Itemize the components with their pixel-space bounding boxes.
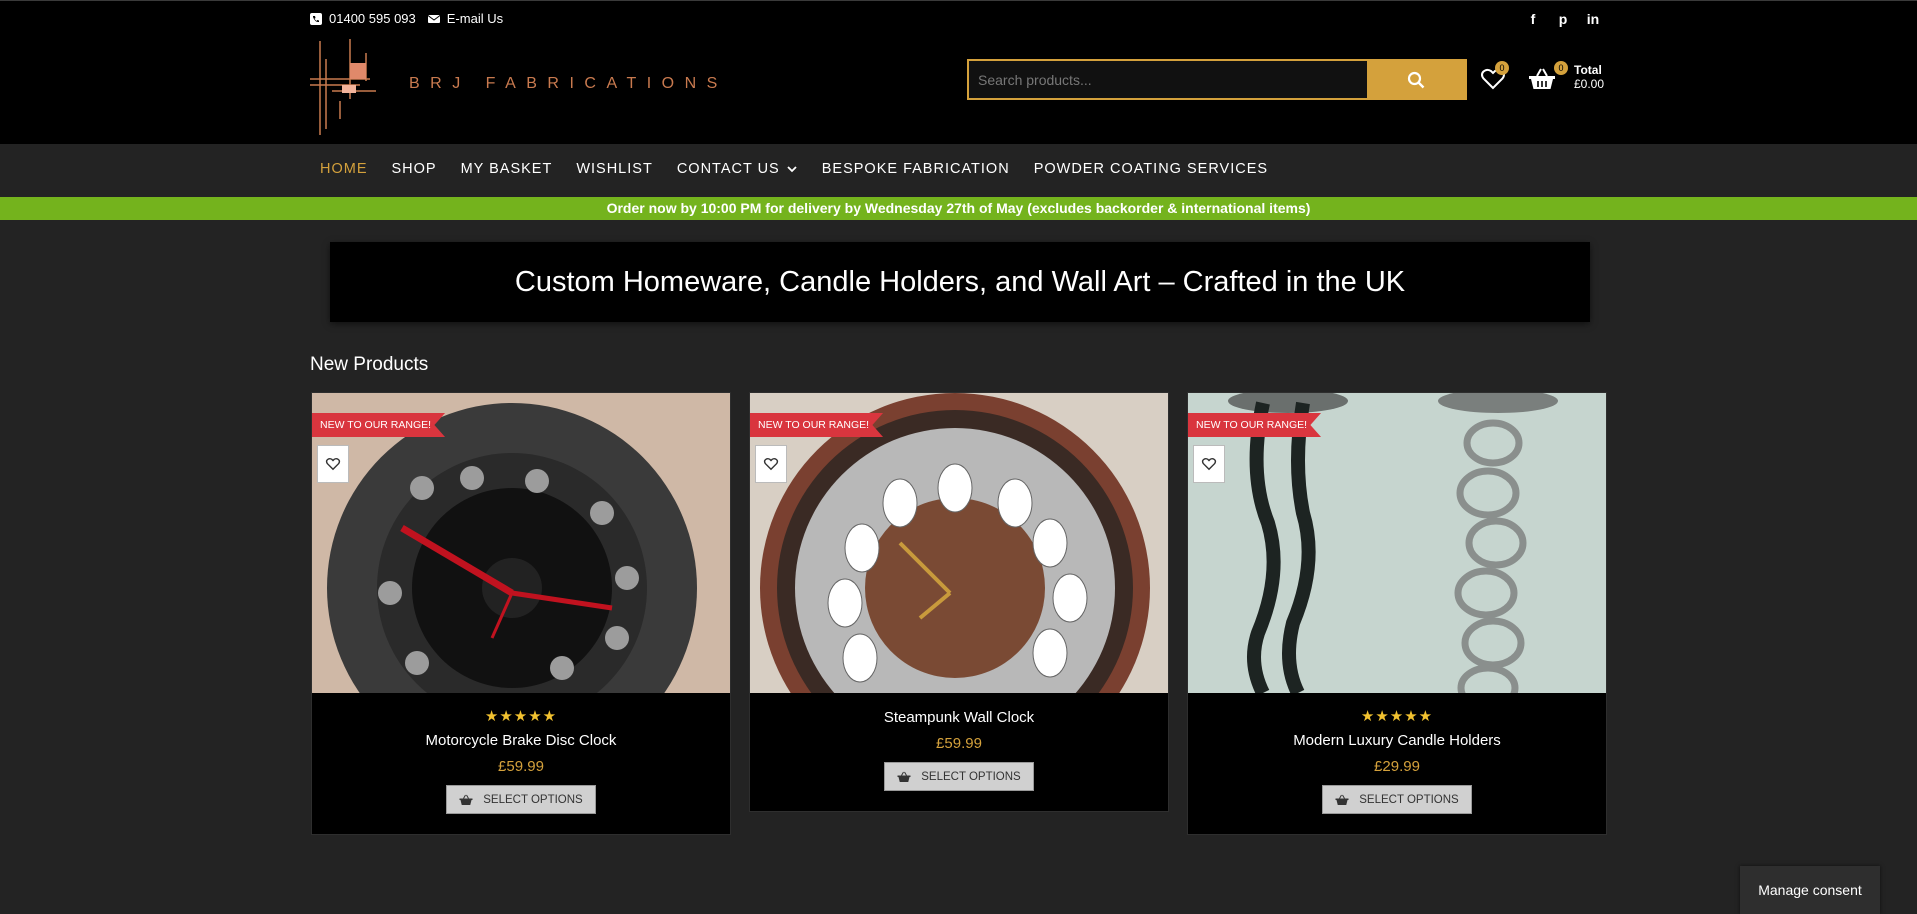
add-to-wishlist-button[interactable] [1193, 445, 1225, 483]
new-ribbon: NEW TO OUR RANGE! [750, 413, 884, 437]
product-name[interactable]: Motorcycle Brake Disc Clock [312, 732, 730, 749]
product-name[interactable]: Modern Luxury Candle Holders [1188, 732, 1606, 749]
main-nav: HOME SHOP MY BASKET WISHLIST CONTACT US … [0, 144, 1917, 197]
logo-text: BRJ FABRICATIONS [409, 75, 728, 92]
product-name[interactable]: Steampunk Wall Clock [750, 709, 1168, 726]
search-form [967, 59, 1467, 100]
basket-icon [1335, 794, 1349, 805]
nav-item-powder-coating[interactable]: POWDER COATING SERVICES [1034, 161, 1268, 177]
select-options-button[interactable]: SELECT OPTIONS [1322, 785, 1472, 814]
new-ribbon: NEW TO OUR RANGE! [312, 413, 446, 437]
hero-banner: Custom Homeware, Candle Holders, and Wal… [330, 242, 1590, 322]
search-button[interactable] [1367, 61, 1465, 98]
email-link[interactable]: E-mail Us [427, 11, 504, 26]
heart-icon [1201, 457, 1217, 471]
product-image[interactable]: NEW TO OUR RANGE! [312, 393, 730, 693]
chevron-down-icon [787, 166, 797, 173]
new-ribbon: NEW TO OUR RANGE! [1188, 413, 1322, 437]
phone-number: 01400 595 093 [329, 11, 416, 26]
select-options-button[interactable]: SELECT OPTIONS [446, 785, 596, 814]
nav-label: MY BASKET [460, 161, 553, 177]
nav-label: HOME [320, 161, 368, 177]
total-value: £0.00 [1574, 77, 1605, 91]
product-card[interactable]: NEW TO OUR RANGE! ★★★★★ Modern Luxury Ca… [1187, 392, 1607, 835]
nav-item-wishlist[interactable]: WISHLIST [576, 161, 652, 177]
nav-label: WISHLIST [576, 161, 653, 177]
nav-label: SHOP [391, 161, 437, 177]
product-image[interactable]: NEW TO OUR RANGE! [1188, 393, 1606, 693]
nav-label: CONTACT US [676, 161, 780, 177]
product-price: £59.99 [936, 735, 982, 752]
product-price: £29.99 [1374, 758, 1420, 775]
facebook-icon[interactable]: f [1525, 11, 1541, 27]
nav-label: BESPOKE FABRICATION [821, 161, 1010, 177]
phone-icon [310, 12, 322, 25]
button-label: SELECT OPTIONS [1359, 793, 1459, 806]
nav-item-contact-us[interactable]: CONTACT US [677, 161, 798, 177]
basket-icon [897, 771, 911, 782]
button-label: SELECT OPTIONS [483, 793, 583, 806]
basket-total[interactable]: Total £0.00 [1574, 63, 1604, 91]
delivery-promo-bar: Order now by 10:00 PM for delivery by We… [0, 197, 1917, 220]
contact-bar: 01400 595 093 E-mail Us [310, 11, 515, 26]
basket-count-badge: 0 [1554, 61, 1568, 75]
heart-icon [325, 457, 341, 471]
social-links: f p in [1525, 11, 1601, 27]
site-header: 01400 595 093 E-mail Us f p in BRJ FABRI… [0, 0, 1917, 144]
phone-link[interactable]: 01400 595 093 [310, 11, 416, 26]
add-to-wishlist-button[interactable] [317, 445, 349, 483]
basket-icon [459, 794, 473, 805]
wishlist-count-badge: 0 [1495, 61, 1509, 75]
basket-icon [1529, 68, 1555, 89]
linkedin-icon[interactable]: in [1585, 11, 1601, 27]
search-input[interactable] [969, 61, 1367, 98]
add-to-wishlist-button[interactable] [755, 445, 787, 483]
total-label: Total [1574, 63, 1602, 77]
manage-consent-button[interactable]: Manage consent [1740, 866, 1880, 914]
nav-item-home[interactable]: HOME [320, 161, 368, 177]
nav-item-bespoke-fabrication[interactable]: BESPOKE FABRICATION [822, 161, 1010, 177]
button-label: SELECT OPTIONS [921, 770, 1021, 783]
basket-link[interactable]: 0 [1528, 61, 1568, 91]
rating-stars: ★★★★★ [484, 708, 558, 725]
envelope-icon [427, 14, 440, 23]
select-options-button[interactable]: SELECT OPTIONS [884, 762, 1034, 791]
nav-label: POWDER COATING SERVICES [1033, 161, 1269, 177]
pinterest-icon[interactable]: p [1555, 11, 1571, 27]
search-icon [1407, 71, 1425, 88]
rating-stars: ★★★★★ [1360, 708, 1434, 725]
product-card[interactable]: NEW TO OUR RANGE! ★★★★★ Motorcycle Brake… [311, 392, 731, 835]
product-image[interactable]: NEW TO OUR RANGE! [750, 393, 1168, 693]
product-price: £59.99 [498, 758, 544, 775]
section-title: New Products [310, 354, 429, 375]
nav-item-my-basket[interactable]: MY BASKET [461, 161, 553, 177]
product-card[interactable]: NEW TO OUR RANGE! Steampunk Wall Clock £… [749, 392, 1169, 812]
heart-icon [763, 457, 779, 471]
wishlist-link[interactable]: 0 [1480, 61, 1509, 91]
banner-text: Custom Homeware, Candle Holders, and Wal… [514, 265, 1406, 298]
email-label: E-mail Us [446, 11, 504, 26]
nav-item-shop[interactable]: SHOP [392, 161, 437, 177]
